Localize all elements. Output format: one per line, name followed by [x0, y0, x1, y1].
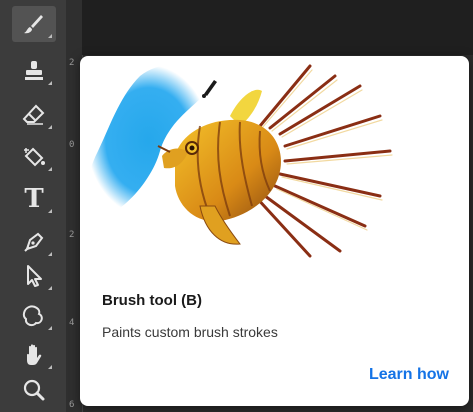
tool-group-indicator [48, 167, 52, 171]
paint-bucket-tool-button[interactable] [12, 139, 56, 175]
tool-group-indicator [48, 209, 52, 213]
path-selection-tool-button[interactable] [12, 258, 56, 294]
tools-panel: T [0, 0, 67, 412]
tooltip-title: Brush tool (B) [102, 292, 202, 309]
tool-group-indicator [48, 326, 52, 330]
canvas-area [82, 0, 473, 55]
tool-group-indicator [48, 365, 52, 369]
learn-how-link[interactable]: Learn how [369, 366, 449, 384]
clone-stamp-icon [25, 61, 43, 80]
hand-icon [27, 344, 42, 365]
ruler-tick: 6 [69, 400, 75, 410]
zoom-tool-button[interactable] [12, 372, 56, 408]
eraser-icon [22, 104, 45, 125]
tool-group-indicator [48, 81, 52, 85]
pen-tool-button[interactable] [12, 224, 56, 260]
ruler-tick: 2 [69, 58, 75, 68]
ruler-tick: 2 [69, 230, 75, 240]
pen-icon [24, 232, 44, 252]
clone-stamp-tool-button[interactable] [12, 53, 56, 89]
brush-tool-button[interactable] [12, 6, 56, 42]
zoom-icon [23, 379, 45, 401]
paint-bucket-icon [24, 147, 45, 167]
ruler-tick: 0 [69, 140, 75, 150]
custom-shape-tool-button[interactable] [12, 298, 56, 334]
brush-tool-illustration [87, 64, 393, 258]
tooltip-description: Paints custom brush strokes [102, 324, 278, 340]
tool-group-indicator [48, 286, 52, 290]
tool-group-indicator [48, 125, 52, 129]
brush-icon [24, 15, 43, 34]
tool-group-indicator [48, 252, 52, 256]
ruler-tick: 4 [69, 318, 75, 328]
custom-shape-icon [22, 305, 43, 327]
tool-tip-card: Brush tool (B) Paints custom brush strok… [80, 56, 469, 406]
eraser-tool-button[interactable] [12, 97, 56, 133]
hand-tool-button[interactable] [12, 337, 56, 373]
type-tool-button[interactable]: T [12, 181, 56, 217]
type-icon: T [24, 184, 44, 214]
tool-group-indicator [48, 34, 52, 38]
selection-arrow-icon [27, 265, 42, 287]
